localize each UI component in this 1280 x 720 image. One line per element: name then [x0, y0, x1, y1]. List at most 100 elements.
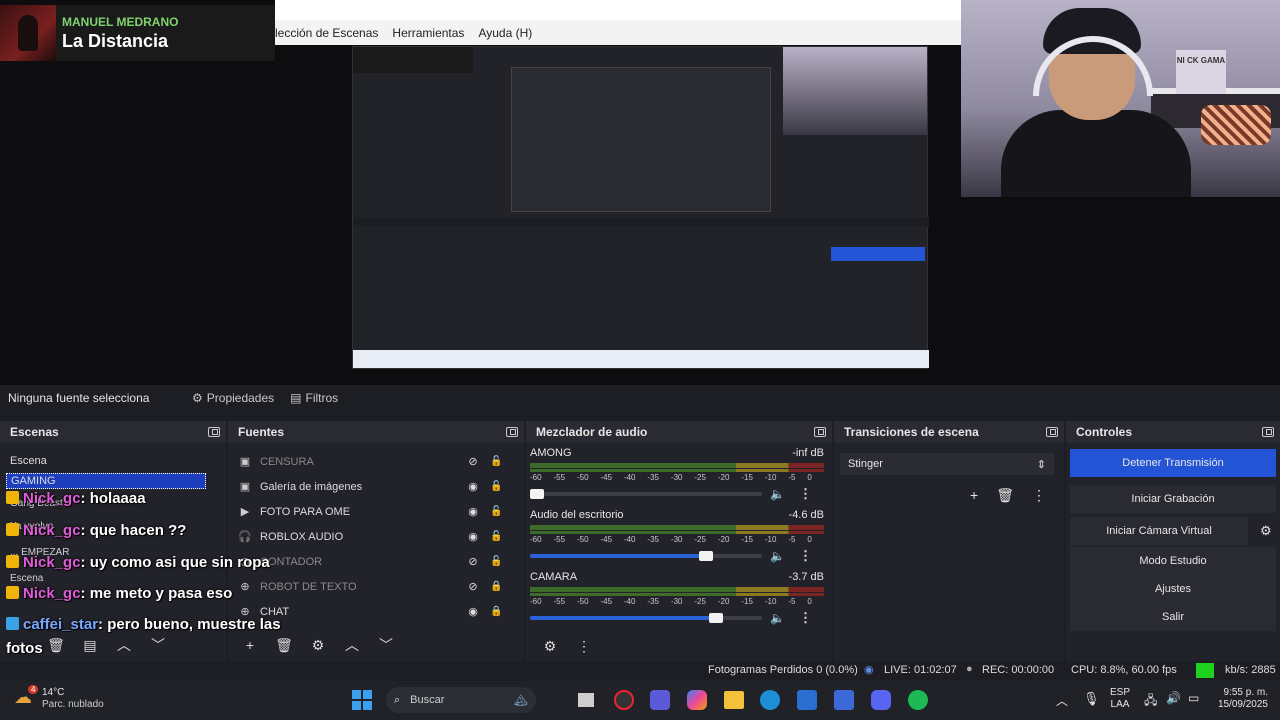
speaker-icon[interactable]: 🔈 [770, 549, 785, 563]
scene-item[interactable]: Ya vuelvo [0, 515, 226, 541]
unlock-icon[interactable]: 🔓 [490, 456, 502, 467]
eye-hidden-icon[interactable]: ⊘ [466, 580, 480, 593]
more-icon[interactable]: ⋮ [1032, 487, 1046, 504]
status-bar: Fotogramas Perdidos 0 (0.0%) ◉ LIVE: 01:… [0, 661, 1280, 681]
store-icon[interactable] [797, 690, 817, 710]
unlock-icon[interactable]: 🔓 [490, 556, 502, 567]
more-icon[interactable]: ⋮ [799, 486, 812, 502]
gear-icon[interactable]: ⚙ [1260, 523, 1272, 539]
scene-item[interactable]: Gang Beast [0, 489, 226, 515]
source-item[interactable]: ◷ CONTADOR ⊘ 🔓 [228, 549, 524, 574]
scale-tick: -20 [717, 597, 730, 606]
mixer-settings-icon[interactable]: ⚙ [538, 638, 562, 655]
chevron-up-icon[interactable]: ︿ [1056, 692, 1068, 709]
scene-item[interactable]: Escena [0, 449, 226, 473]
file-explorer-icon[interactable] [724, 691, 744, 709]
scene-item-selected[interactable]: GAMING [6, 473, 206, 489]
undock-icon[interactable] [208, 427, 220, 437]
teams-icon[interactable] [650, 690, 670, 710]
start-button[interactable] [352, 690, 372, 710]
add-icon[interactable]: + [238, 637, 262, 653]
clock[interactable]: 9:55 p. m. 15/09/2025 [1212, 687, 1268, 711]
volume-slider[interactable] [530, 613, 762, 623]
eye-hidden-icon[interactable]: ⊘ [466, 555, 480, 568]
more-icon[interactable]: ⋮ [799, 548, 812, 564]
network-icon[interactable]: 🖧 [1144, 691, 1157, 712]
copilot-icon[interactable] [687, 690, 707, 710]
scene-item[interactable]: Escena [0, 567, 226, 593]
volume-knob[interactable] [709, 613, 723, 623]
weather-widget[interactable]: ☁ 4 [14, 685, 39, 711]
undock-icon[interactable] [1046, 427, 1058, 437]
no-source-label: Ninguna fuente selecciona [8, 391, 150, 405]
volume-slider[interactable] [530, 551, 762, 561]
filters-button[interactable]: ▤ Filtros [282, 387, 346, 409]
lock-icon[interactable]: 🔒 [490, 581, 502, 592]
eye-icon[interactable]: ◉ [466, 480, 480, 493]
menu-help[interactable]: Ayuda (H) [478, 26, 532, 40]
speaker-icon[interactable]: 🔈 [770, 487, 785, 501]
trash-icon[interactable]: 🗑 [996, 487, 1014, 504]
microphone-icon[interactable]: 🎙 [1083, 691, 1100, 707]
more-icon[interactable]: ⋮ [799, 610, 812, 626]
eye-icon[interactable]: ◉ [466, 530, 480, 543]
unlock-icon[interactable]: 🔓 [490, 481, 502, 492]
source-item[interactable]: ▶ FOTO PARA OME ◉ 🔓 [228, 499, 524, 524]
properties-button[interactable]: ⚙ Propiedades [184, 387, 282, 409]
exit-button[interactable]: Salir [1070, 603, 1276, 631]
virtual-camera-button[interactable]: Iniciar Cámara Virtual [1070, 517, 1248, 545]
filter-icon[interactable]: ▤ [78, 637, 102, 654]
volume-knob[interactable] [699, 551, 713, 561]
volume-knob[interactable] [530, 489, 544, 499]
undock-icon[interactable] [814, 427, 826, 437]
menu-scene-collection[interactable]: lección de Escenas [275, 26, 378, 40]
level-meter [530, 531, 824, 534]
source-item[interactable]: 🎧 ROBLOX AUDIO ◉ 🔓 [228, 524, 524, 549]
transition-select[interactable]: Stinger ⇕ [840, 453, 1054, 475]
gear-icon[interactable]: ⚙ [306, 637, 330, 654]
volume-slider[interactable] [530, 489, 762, 499]
weather-text[interactable]: 14°C Parc. nublado [42, 687, 104, 711]
source-item[interactable]: ⊕ ROBOT DE TEXTO ⊘ 🔒 [228, 574, 524, 599]
scale-tick: -15 [741, 535, 753, 544]
discord-icon[interactable] [871, 690, 891, 710]
menu-tools[interactable]: Herramientas [392, 26, 464, 40]
studio-mode-button[interactable]: Modo Estudio [1070, 547, 1276, 575]
start-recording-button[interactable]: Iniciar Grabación [1070, 485, 1276, 513]
speaker-icon[interactable]: 🔈 [770, 611, 785, 625]
undock-icon[interactable] [506, 427, 518, 437]
scene-item[interactable]: ... EMPEZAR [0, 541, 226, 567]
obs-app-icon[interactable] [614, 690, 634, 710]
trash-icon[interactable]: 🗑 [44, 637, 68, 654]
unlock-icon[interactable]: 🔓 [490, 506, 502, 517]
move-up-icon[interactable]: ︿ [112, 635, 136, 655]
move-up-icon[interactable]: ︿ [340, 635, 364, 655]
move-down-icon[interactable]: ﹀ [146, 635, 170, 655]
source-item[interactable]: ▣ Galería de imágenes ◉ 🔓 [228, 474, 524, 499]
source-item[interactable]: ⊕ CHAT ◉ 🔒 [228, 599, 524, 624]
eye-icon[interactable]: ◉ [466, 505, 480, 518]
undock-icon[interactable] [1262, 427, 1274, 437]
lock-icon[interactable]: 🔒 [490, 606, 502, 617]
language-indicator[interactable]: ESP LAA [1110, 687, 1130, 711]
add-icon[interactable]: + [970, 487, 978, 504]
task-view-icon[interactable] [578, 693, 594, 707]
edge-icon[interactable] [760, 690, 780, 710]
battery-icon[interactable]: ▭ [1188, 691, 1199, 705]
mixer-menu-icon[interactable]: ⋮ [572, 638, 596, 655]
editor-icon[interactable] [834, 690, 854, 710]
move-down-icon[interactable]: ﹀ [374, 635, 398, 655]
eye-icon[interactable]: ◉ [466, 605, 480, 618]
add-icon[interactable]: + [10, 637, 34, 653]
volume-icon[interactable]: 🔊 [1166, 691, 1181, 705]
taskbar-search[interactable]: ⌕ Buscar 🏔 [386, 687, 536, 713]
trash-icon[interactable]: 🗑 [272, 637, 296, 654]
gear-icon: ⚙ [192, 391, 203, 405]
source-item[interactable]: ▣ CENSURA ⊘ 🔓 [228, 449, 524, 474]
settings-button[interactable]: Ajustes [1070, 575, 1276, 603]
unlock-icon[interactable]: 🔓 [490, 531, 502, 542]
spotify-icon[interactable] [908, 690, 928, 710]
stop-stream-button[interactable]: Detener Transmisión [1070, 449, 1276, 477]
transitions-title: Transiciones de escena [844, 425, 979, 439]
eye-hidden-icon[interactable]: ⊘ [466, 455, 480, 468]
